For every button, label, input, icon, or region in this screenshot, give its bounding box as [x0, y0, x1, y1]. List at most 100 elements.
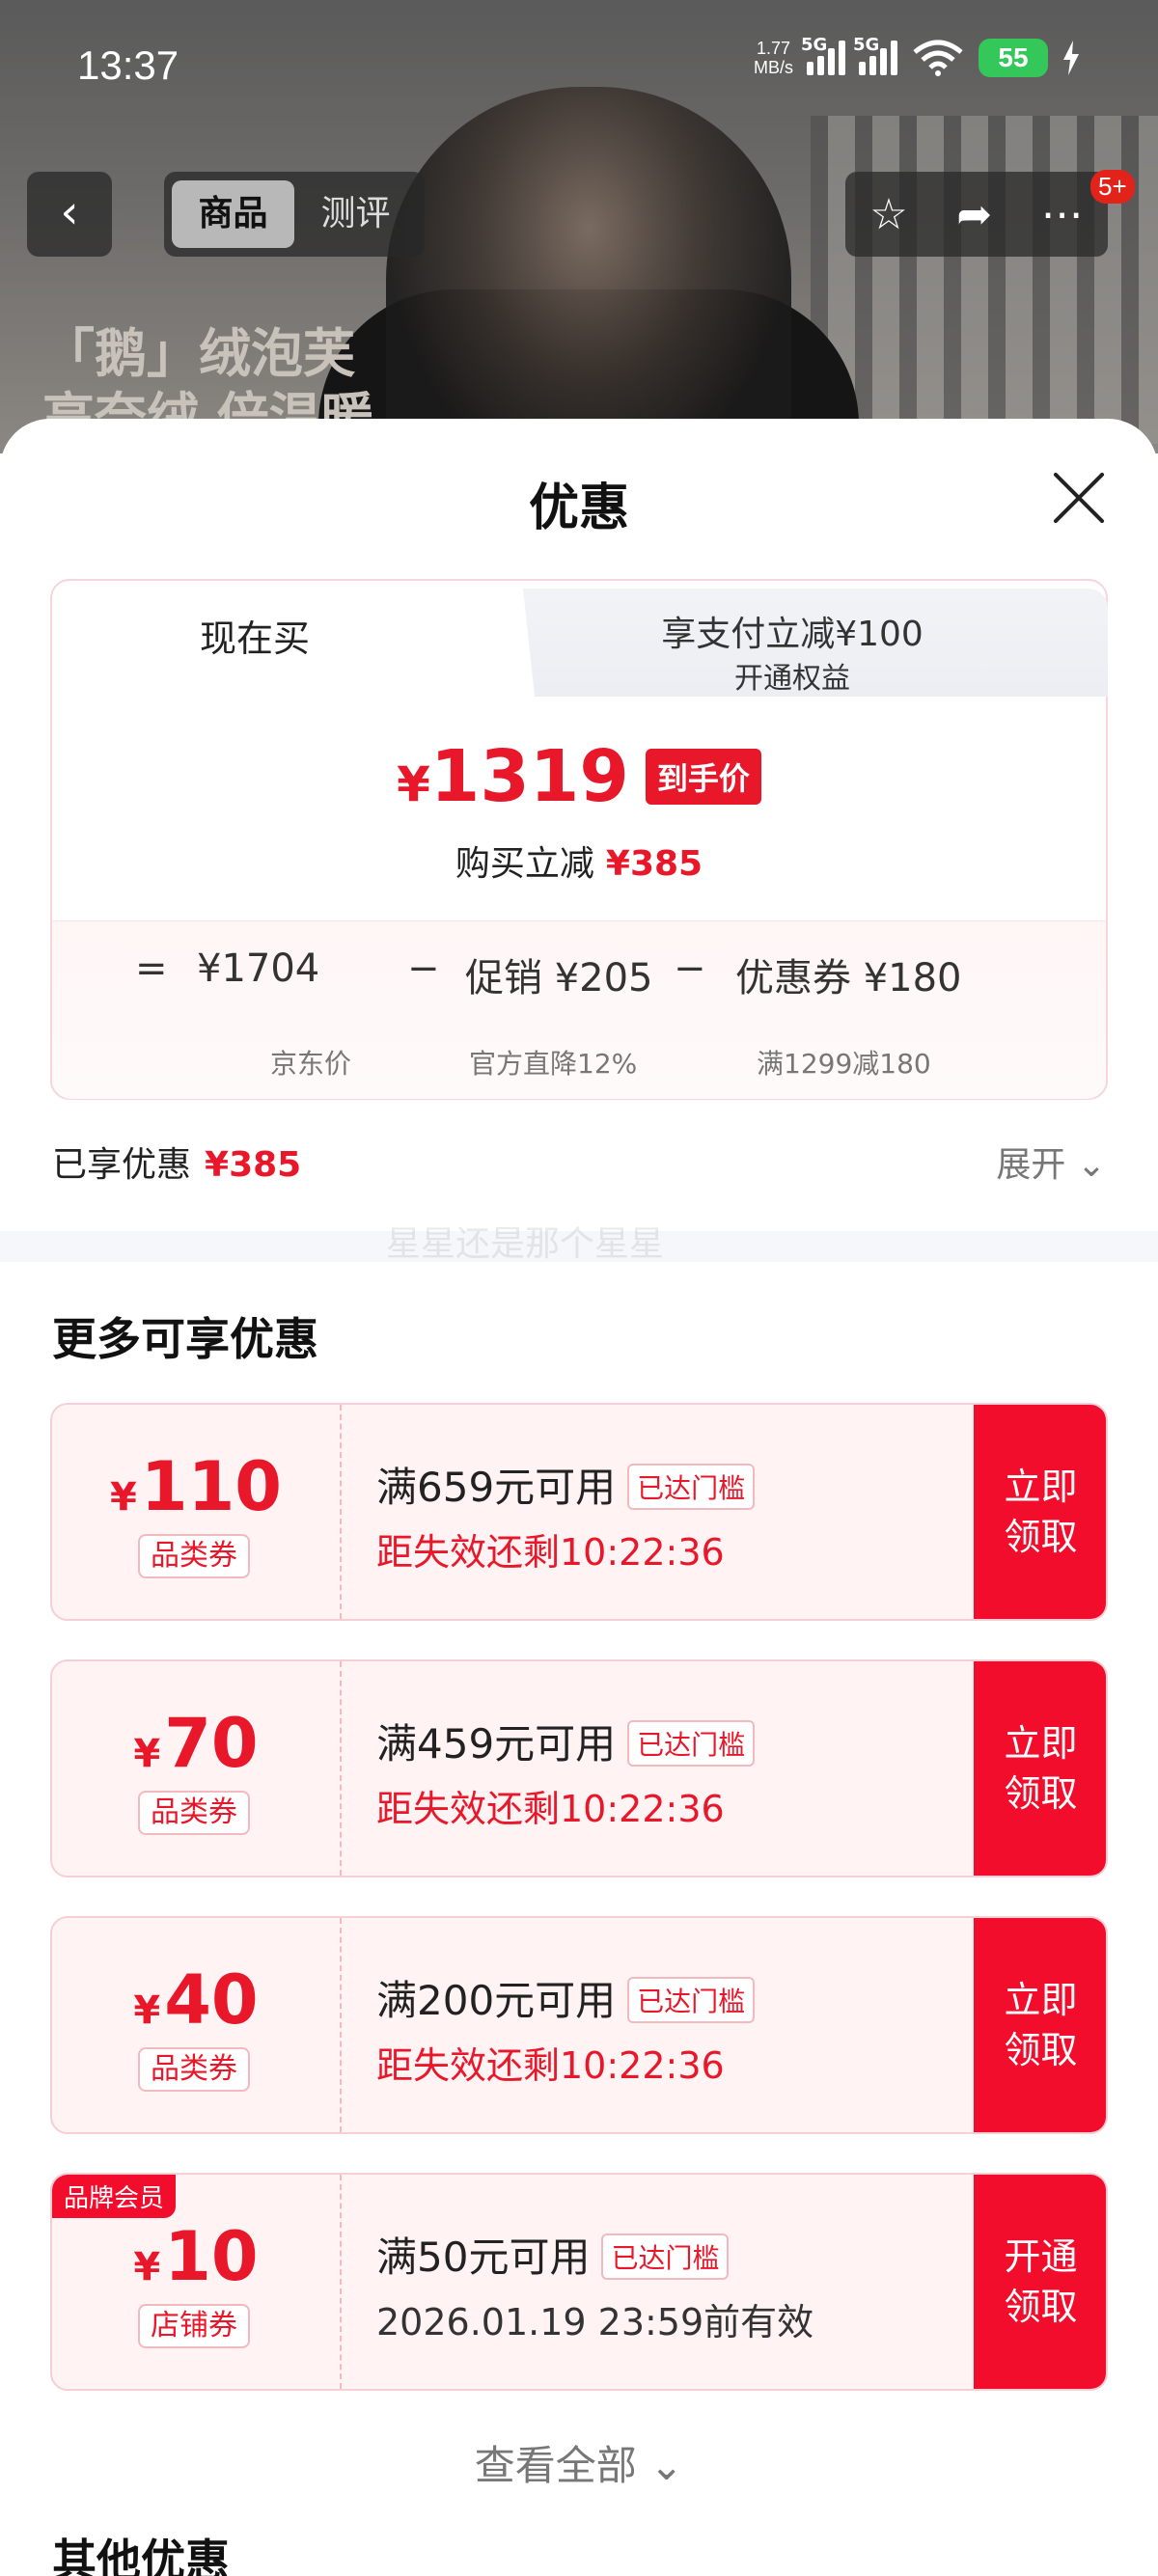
tab-pay-discount[interactable]: 享支付立减¥100 开通权益 [523, 589, 1108, 697]
slogan-line-1: 「鹅」绒泡芙 [42, 323, 355, 384]
tab-product[interactable]: 商品 [172, 180, 294, 248]
enjoyed-label: 已享优惠 [52, 1145, 192, 1185]
coupon-condition: 满200元可用 已达门槛 [376, 1968, 756, 2027]
chevron-left-icon: ‹ [60, 185, 79, 239]
price-card: 享支付立减¥100 开通权益 现在买 ¥1319 到手价 购买立减 ¥385 = … [50, 579, 1108, 1100]
coupon-expiry: 距失效还剩10:22:36 [376, 2044, 725, 2087]
coupon-kind: 品类券 [138, 1534, 250, 1578]
coupon-kind: 品类券 [138, 1791, 250, 1835]
share-icon[interactable]: ➦ [956, 190, 992, 239]
status-time: 13:37 [77, 42, 179, 88]
discount-sheet: 优惠 享支付立减¥100 开通权益 现在买 ¥1319 到手价 购买立减 ¥385… [0, 419, 1158, 2576]
more-icon[interactable]: ⋯ [1041, 190, 1084, 239]
coupon-condition: 满50元可用 已达门槛 [376, 2225, 730, 2284]
message-badge: 5+ [1090, 170, 1135, 204]
tab-pay-discount-title: 享支付立减¥100 [661, 615, 924, 654]
instant-discount: 购买立减 ¥385 [52, 836, 1106, 886]
signal-1-label: 5G [801, 35, 828, 55]
enjoyed-value: ¥385 [205, 1145, 302, 1185]
join-and-claim-button[interactable]: 开通 领取 [974, 2175, 1106, 2389]
product-tab-bar: 商品 测评 [164, 172, 425, 257]
promo-value: 促销 ¥205 [465, 956, 653, 1000]
action-line-1: 立即 [1004, 1466, 1078, 1508]
price-number: 1319 [429, 735, 629, 818]
threshold-reached-badge: 已达门槛 [627, 1720, 756, 1767]
coupon-amount: ¥110 [52, 1447, 340, 1526]
coupon-separator [340, 1918, 342, 2132]
sheet-title: 优惠 [528, 480, 629, 537]
net-speed-value: 1.77 [756, 39, 791, 58]
instant-discount-value: ¥385 [605, 844, 703, 884]
final-price: ¥1319 到手价 [52, 735, 1106, 818]
coupon-value: 优惠券 ¥180 [735, 956, 962, 1000]
coupon-condition-text: 满200元可用 [376, 1977, 617, 2024]
signal-2-label: 5G [853, 35, 880, 55]
coupon-label: 满1299减180 [757, 1048, 931, 1080]
coupon-amount-value: 10 [164, 2217, 259, 2296]
coupon-currency: ¥ [110, 1475, 137, 1520]
coupon-separator [340, 1405, 342, 1619]
equals-sign: = [135, 946, 168, 991]
coupon-amount: ¥40 [52, 1960, 340, 2040]
coupon-kind: 店铺券 [138, 2304, 250, 2348]
action-line-2: 领取 [1004, 1516, 1078, 1558]
coupon-amount-area: ¥70 品类券 [52, 1661, 340, 1876]
close-icon[interactable] [1050, 469, 1108, 527]
coupon-amount-area: ¥40 品类券 [52, 1918, 340, 2132]
network-speed: 1.77 MB/s [754, 39, 793, 77]
final-price-tag: 到手价 [645, 749, 761, 805]
coupon-amount: ¥10 [52, 2217, 340, 2296]
other-discounts-title: 其他优惠 [52, 2535, 230, 2576]
minus-sign-1: − [407, 946, 440, 991]
threshold-reached-badge: 已达门槛 [601, 2233, 730, 2280]
status-bar: 13:37 1.77 MB/s 5G 5G 55 [0, 0, 1158, 135]
tab-pay-discount-sub: 开通权益 [734, 662, 850, 696]
minus-sign-2: − [674, 946, 706, 991]
coupon-currency: ¥ [133, 1732, 161, 1776]
star-icon[interactable]: ☆ [869, 190, 907, 239]
expand-button[interactable]: 展开 ⌄ [996, 1137, 1106, 1187]
coupon-amount-value: 110 [140, 1447, 282, 1526]
coupon-card: ¥70 品类券 满459元可用 已达门槛 距失效还剩10:22:36 立即领取 [50, 1659, 1108, 1877]
coupon-condition-text: 满659元可用 [376, 1464, 617, 1511]
coupon-separator [340, 1661, 342, 1876]
currency-symbol: ¥ [397, 756, 430, 812]
action-line-1: 立即 [1004, 1722, 1078, 1765]
battery-icon: 55 [979, 39, 1048, 77]
tab-review[interactable]: 测评 [294, 180, 417, 248]
coupon-amount-value: 70 [164, 1704, 259, 1783]
enjoyed-discount: 已享优惠 ¥385 [52, 1137, 301, 1187]
final-price-value: ¥1319 [397, 735, 629, 818]
view-all-button[interactable]: 查看全部 ⌄ [0, 2433, 1158, 2492]
coupon-expiry: 2026.01.19 23:59前有效 [376, 2301, 814, 2343]
top-actions: ☆ ➦ ⋯ [845, 172, 1108, 257]
threshold-reached-badge: 已达门槛 [627, 1977, 756, 2023]
coupon-card: 品牌会员 ¥10 店铺券 满50元可用 已达门槛 2026.01.19 23:59… [50, 2173, 1108, 2391]
status-icons: 1.77 MB/s 5G 5G 55 [754, 35, 1081, 77]
cell-signal-icon: 5G [801, 35, 845, 75]
instant-discount-label: 购买立减 [455, 844, 594, 884]
coupon-condition-text: 满50元可用 [376, 2233, 591, 2281]
background-pattern [811, 116, 1158, 444]
chevron-down-icon: ⌄ [1076, 1145, 1106, 1185]
coupon-condition: 满459元可用 已达门槛 [376, 1712, 756, 1770]
action-line-1: 开通 [1004, 2235, 1078, 2278]
coupon-expiry: 距失效还剩10:22:36 [376, 1531, 725, 1574]
coupon-currency: ¥ [133, 2245, 161, 2289]
action-line-2: 领取 [1004, 2029, 1078, 2071]
price-breakdown: = ¥1704 − 促销 ¥205 − 优惠券 ¥180 京东价 官方直降12%… [52, 920, 1106, 1099]
coupon-expiry: 距失效还剩10:22:36 [376, 1788, 725, 1830]
claim-coupon-button[interactable]: 立即 领取 [974, 1661, 1106, 1876]
coupon-currency: ¥ [133, 1988, 161, 2033]
more-discounts-title: 更多可享优惠 [52, 1313, 318, 1365]
view-all-label: 查看全部 [474, 2442, 637, 2489]
tab-buy-now[interactable]: 现在买 [52, 581, 515, 697]
coupon-amount-value: 40 [164, 1960, 259, 2040]
claim-coupon-button[interactable]: 立即 领取 [974, 1918, 1106, 2132]
coupon-amount: ¥70 [52, 1704, 340, 1783]
claim-coupon-button[interactable]: 立即 领取 [974, 1405, 1106, 1619]
jd-price-label: 京东价 [270, 1048, 352, 1080]
threshold-reached-badge: 已达门槛 [627, 1464, 756, 1510]
back-button[interactable]: ‹ [27, 172, 112, 257]
action-line-2: 领取 [1004, 1772, 1078, 1815]
